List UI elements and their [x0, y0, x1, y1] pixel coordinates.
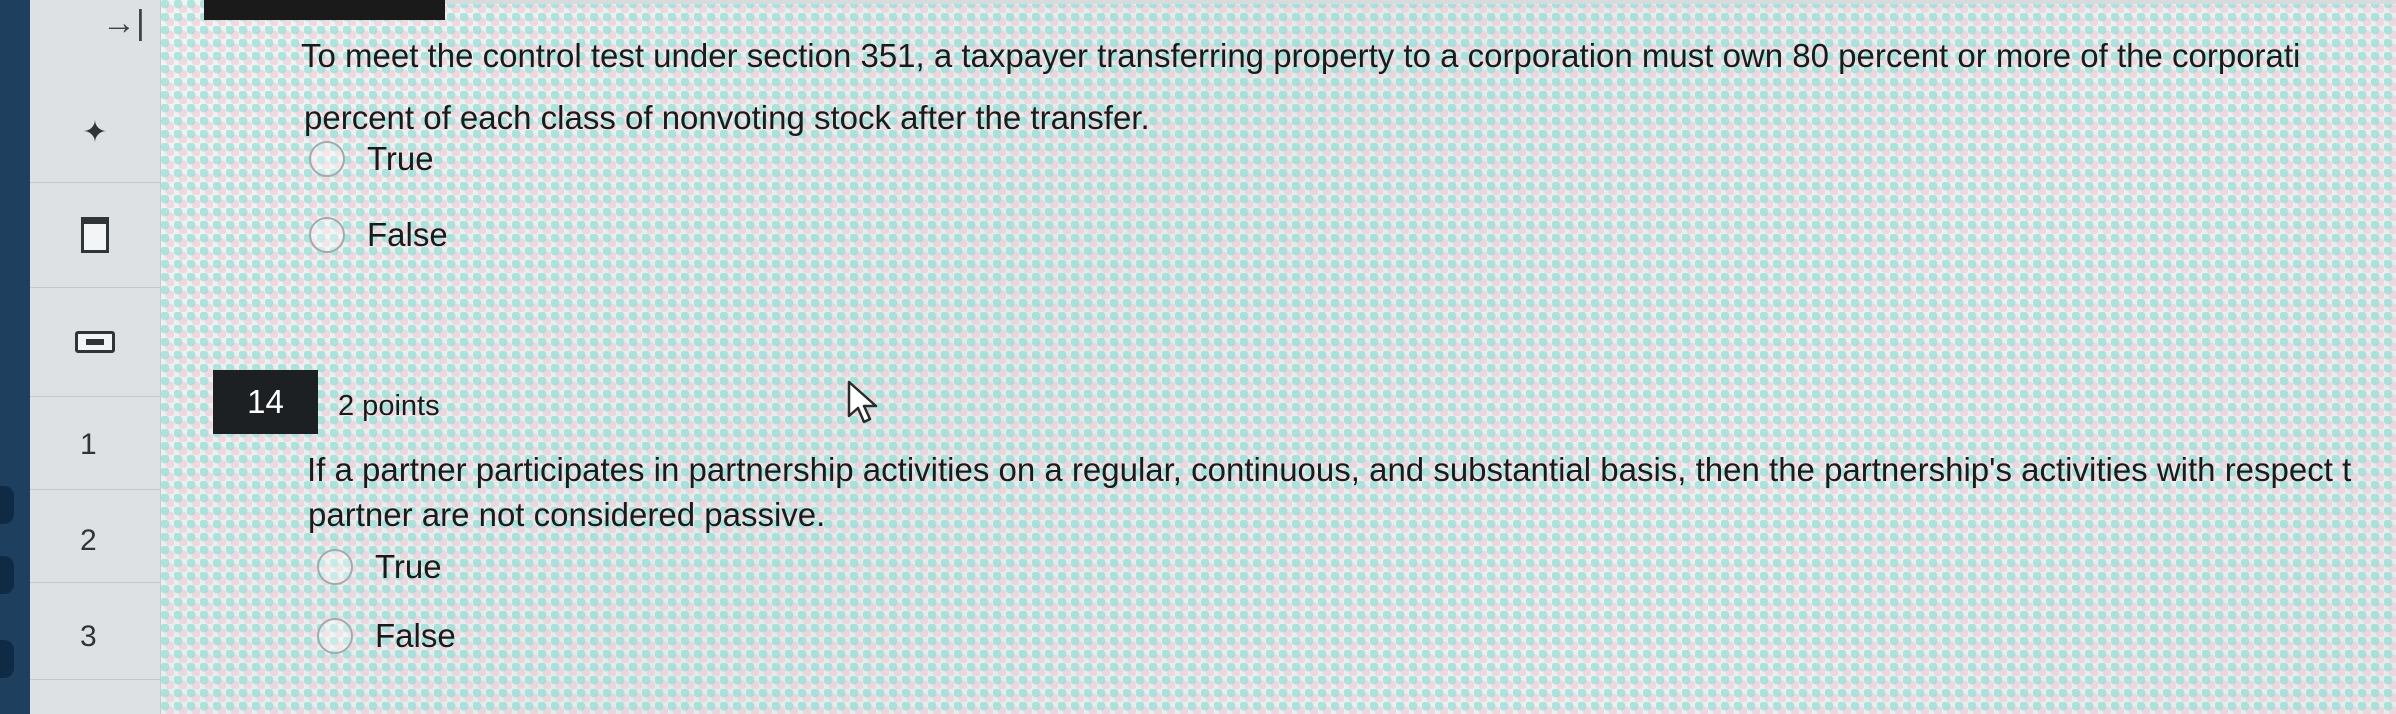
question-13-option-true[interactable]: True [309, 140, 434, 178]
radio-button[interactable] [309, 141, 345, 177]
question-14-option-false[interactable]: False [317, 617, 456, 655]
bookmark-row[interactable] [30, 183, 160, 288]
bookmark-icon[interactable] [81, 217, 109, 253]
edge-tab[interactable] [0, 486, 14, 524]
option-label[interactable]: True [375, 548, 442, 586]
radio-button[interactable] [317, 549, 353, 585]
question-nav-number[interactable]: 3 [80, 620, 160, 654]
question-nav-sidebar: →| ✦ 1 2 3 [30, 0, 195, 714]
calculator-row[interactable] [30, 288, 160, 397]
divider [445, 0, 2396, 4]
question-13-text-line-1: To meet the control test under section 3… [301, 37, 2301, 74]
edge-tab[interactable] [0, 640, 14, 678]
pin-icon[interactable]: ✦ [82, 115, 107, 150]
question-header-bar [204, 0, 445, 20]
radio-button[interactable] [309, 217, 345, 253]
mouse-cursor-icon [847, 380, 878, 424]
edge-tab[interactable] [0, 556, 14, 594]
expand-icon[interactable]: →| [102, 4, 145, 43]
option-label[interactable]: True [367, 140, 434, 178]
question-content-area: To meet the control test under section 3… [161, 0, 2396, 714]
left-edge-strip [0, 0, 30, 714]
calculator-icon[interactable] [75, 331, 115, 353]
question-number-badge: 14 [213, 370, 318, 434]
question-14-text-line-2: partner are not considered passive. [308, 496, 826, 533]
pin-row[interactable]: ✦ [30, 82, 160, 183]
question-nav-number[interactable]: 2 [80, 524, 160, 558]
question-13-option-false[interactable]: False [309, 216, 448, 254]
question-14-option-true[interactable]: True [317, 548, 442, 586]
radio-button[interactable] [317, 618, 353, 654]
question-points: 2 points [338, 390, 440, 422]
question-nav-number[interactable]: 1 [80, 428, 160, 462]
question-14-text-line-1: If a partner participates in partnership… [307, 451, 2352, 488]
option-label[interactable]: False [367, 216, 448, 254]
option-label[interactable]: False [375, 617, 456, 655]
question-13-text-line-2: percent of each class of nonvoting stock… [304, 99, 1150, 136]
